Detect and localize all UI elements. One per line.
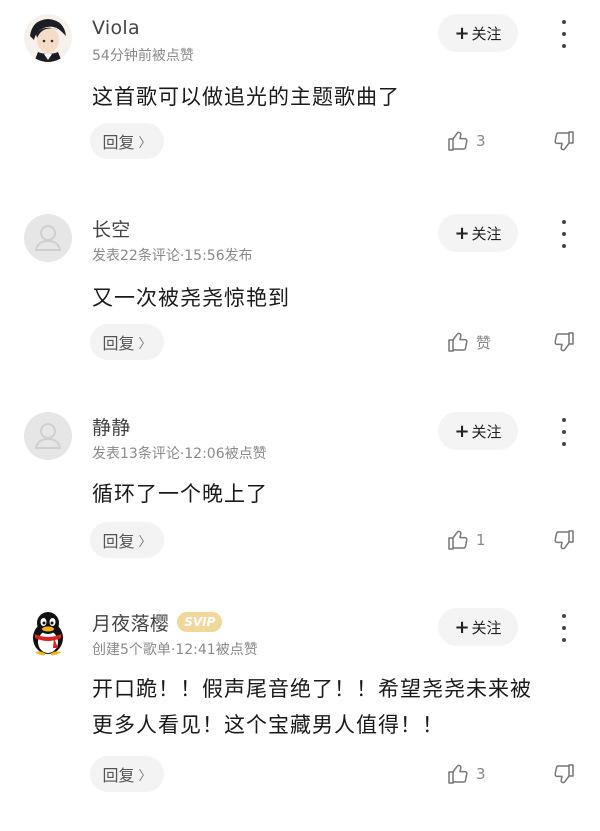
- thumbs-down-icon: [554, 530, 574, 550]
- thumbs-up-icon: [448, 764, 468, 784]
- follow-label: 关注: [471, 224, 502, 243]
- comment-meta: 发表13条评论·12:06被点赞: [92, 446, 267, 462]
- reply-label: 回复: [102, 766, 135, 785]
- follow-button[interactable]: + 关注: [438, 412, 518, 450]
- follow-label: 关注: [471, 24, 502, 43]
- like-count: 3: [476, 765, 486, 783]
- more-options-icon[interactable]: [552, 612, 576, 644]
- more-options-icon[interactable]: [552, 18, 576, 50]
- avatar[interactable]: [24, 14, 72, 62]
- thumbs-down-icon: [554, 131, 574, 151]
- comment-meta: 54分钟前被点赞: [92, 48, 194, 64]
- username[interactable]: 月夜落樱: [92, 609, 169, 636]
- name-row: 长空: [92, 215, 131, 242]
- like-count: 赞: [476, 333, 492, 352]
- thumbs-up-icon: [448, 131, 468, 151]
- reply-button[interactable]: 回复〉: [90, 324, 164, 360]
- chevron-right-icon: 〉: [138, 768, 152, 784]
- avatar[interactable]: [24, 412, 72, 460]
- like-button[interactable]: 3: [446, 756, 516, 792]
- follow-button[interactable]: + 关注: [438, 14, 518, 52]
- follow-label: 关注: [471, 618, 502, 637]
- chevron-right-icon: 〉: [138, 336, 152, 352]
- dislike-button[interactable]: [552, 324, 578, 360]
- qq-penguin-avatar-icon: [24, 608, 72, 656]
- follow-label: 关注: [471, 422, 502, 441]
- dislike-button[interactable]: [552, 123, 578, 159]
- thumbs-up-icon: [448, 530, 468, 550]
- reply-button[interactable]: 回复〉: [90, 522, 164, 558]
- like-count: 1: [476, 531, 486, 549]
- avatar[interactable]: [24, 608, 72, 656]
- more-options-icon[interactable]: [552, 218, 576, 250]
- username[interactable]: 长空: [92, 215, 131, 242]
- like-button[interactable]: 1: [446, 522, 516, 558]
- thumbs-up-icon: [448, 332, 468, 352]
- comment-text: 又一次被尧尧惊艳到: [92, 286, 290, 310]
- chevron-right-icon: 〉: [138, 534, 152, 550]
- chevron-right-icon: 〉: [138, 135, 152, 151]
- name-row: 静静: [92, 413, 131, 440]
- reply-label: 回复: [102, 532, 135, 551]
- follow-button[interactable]: + 关注: [438, 608, 518, 646]
- thumbs-down-icon: [554, 332, 574, 352]
- comment-text: 循环了一个晚上了: [92, 482, 268, 506]
- plus-icon: +: [454, 616, 470, 638]
- comment-text-line: 开口跪！！假声尾音绝了！！希望尧尧未来被: [92, 677, 532, 701]
- comment-text-line: 更多人看见！这个宝藏男人值得！！: [92, 713, 444, 737]
- like-button[interactable]: 3: [446, 123, 516, 159]
- avatar[interactable]: [24, 214, 72, 262]
- reply-label: 回复: [102, 334, 135, 353]
- reply-label: 回复: [102, 133, 135, 152]
- username[interactable]: Viola: [92, 17, 140, 39]
- reply-button[interactable]: 回复〉: [90, 756, 164, 792]
- dislike-button[interactable]: [552, 756, 578, 792]
- plus-icon: +: [454, 420, 470, 442]
- plus-icon: +: [454, 22, 470, 44]
- comment-text: 这首歌可以做追光的主题歌曲了: [92, 85, 400, 109]
- like-count: 3: [476, 132, 486, 150]
- thumbs-down-icon: [554, 764, 574, 784]
- username[interactable]: 静静: [92, 413, 131, 440]
- more-options-icon[interactable]: [552, 416, 576, 448]
- comment-meta: 发表22条评论·15:56发布: [92, 248, 253, 264]
- plus-icon: +: [454, 222, 470, 244]
- default-user-avatar-icon: [24, 412, 72, 460]
- dislike-button[interactable]: [552, 522, 578, 558]
- like-button[interactable]: 赞: [446, 324, 516, 360]
- name-row: 月夜落樱 SVIP: [92, 609, 223, 636]
- default-user-avatar-icon: [24, 214, 72, 262]
- follow-button[interactable]: + 关注: [438, 214, 518, 252]
- comment-feed: Viola 54分钟前被点赞 + 关注 这首歌可以做追光的主题歌曲了 回复〉 3: [0, 0, 600, 831]
- comment-meta: 创建5个歌单·12:41被点赞: [92, 642, 258, 658]
- reply-button[interactable]: 回复〉: [90, 123, 164, 159]
- anime-portrait-avatar-icon: [24, 14, 72, 62]
- svip-badge: SVIP: [177, 612, 223, 632]
- name-row: Viola: [92, 16, 140, 40]
- comment-text: 开口跪！！假声尾音绝了！！希望尧尧未来被 更多人看见！这个宝藏男人值得！！: [92, 671, 582, 743]
